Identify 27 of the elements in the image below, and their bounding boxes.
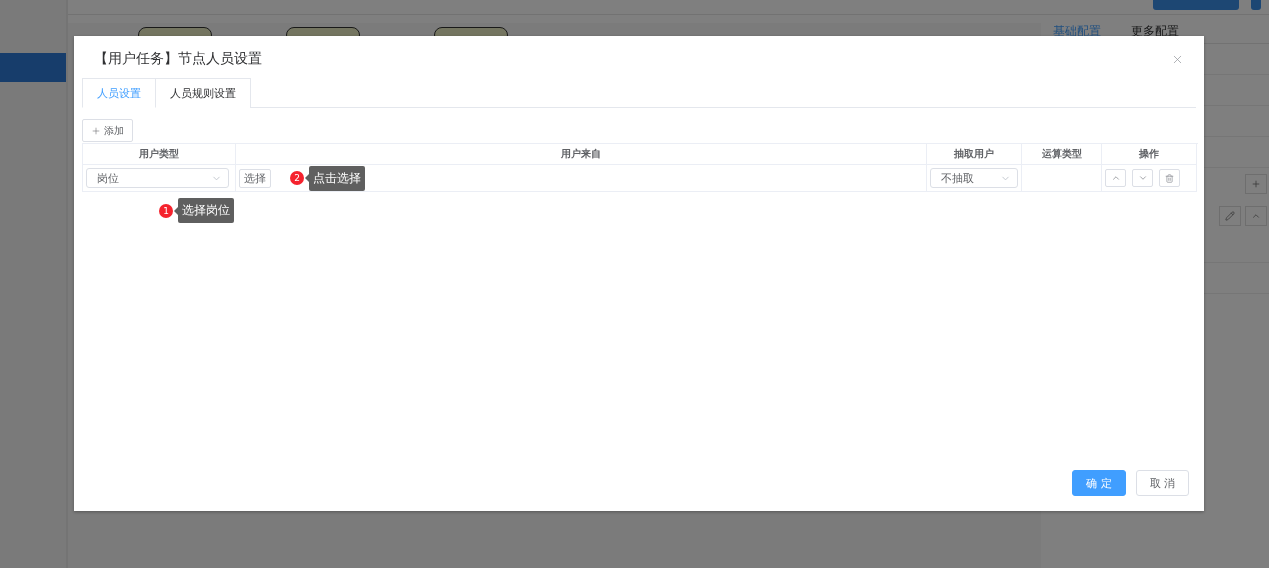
column-header: 用户类型 xyxy=(83,144,236,165)
chevron-down-icon xyxy=(1137,173,1148,183)
up-icon[interactable] xyxy=(1245,206,1267,226)
add-icon[interactable] xyxy=(1245,174,1267,194)
choose-button[interactable]: 选择 xyxy=(239,168,271,188)
column-header: 用户来自 xyxy=(236,144,927,165)
move-down-button[interactable] xyxy=(1132,169,1153,187)
header-button[interactable] xyxy=(1251,0,1261,10)
user-type-select[interactable]: 岗位 xyxy=(86,168,229,188)
add-button[interactable]: 添加 xyxy=(82,119,133,142)
edit-icon[interactable] xyxy=(1219,206,1241,226)
move-up-button[interactable] xyxy=(1105,169,1126,187)
column-header: 运算类型 xyxy=(1022,144,1102,165)
sidebar-item[interactable] xyxy=(0,53,66,82)
step-number-badge: 2 xyxy=(290,171,304,185)
column-header: 抽取用户 xyxy=(927,144,1022,165)
dialog-title: 【用户任务】节点人员设置 xyxy=(94,50,262,68)
tab[interactable]: 人员规则设置 xyxy=(156,78,251,108)
cancel-button[interactable]: 取 消 xyxy=(1136,470,1189,496)
plus-icon xyxy=(91,125,101,136)
extract-select[interactable]: 不抽取 xyxy=(930,168,1018,188)
header-button[interactable] xyxy=(1153,0,1239,10)
delete-button[interactable] xyxy=(1159,169,1180,187)
column-header: 操作 xyxy=(1102,144,1197,165)
trash-icon xyxy=(1165,173,1174,183)
chevron-up-icon xyxy=(1110,173,1121,183)
step-number-badge: 1 xyxy=(159,203,173,218)
